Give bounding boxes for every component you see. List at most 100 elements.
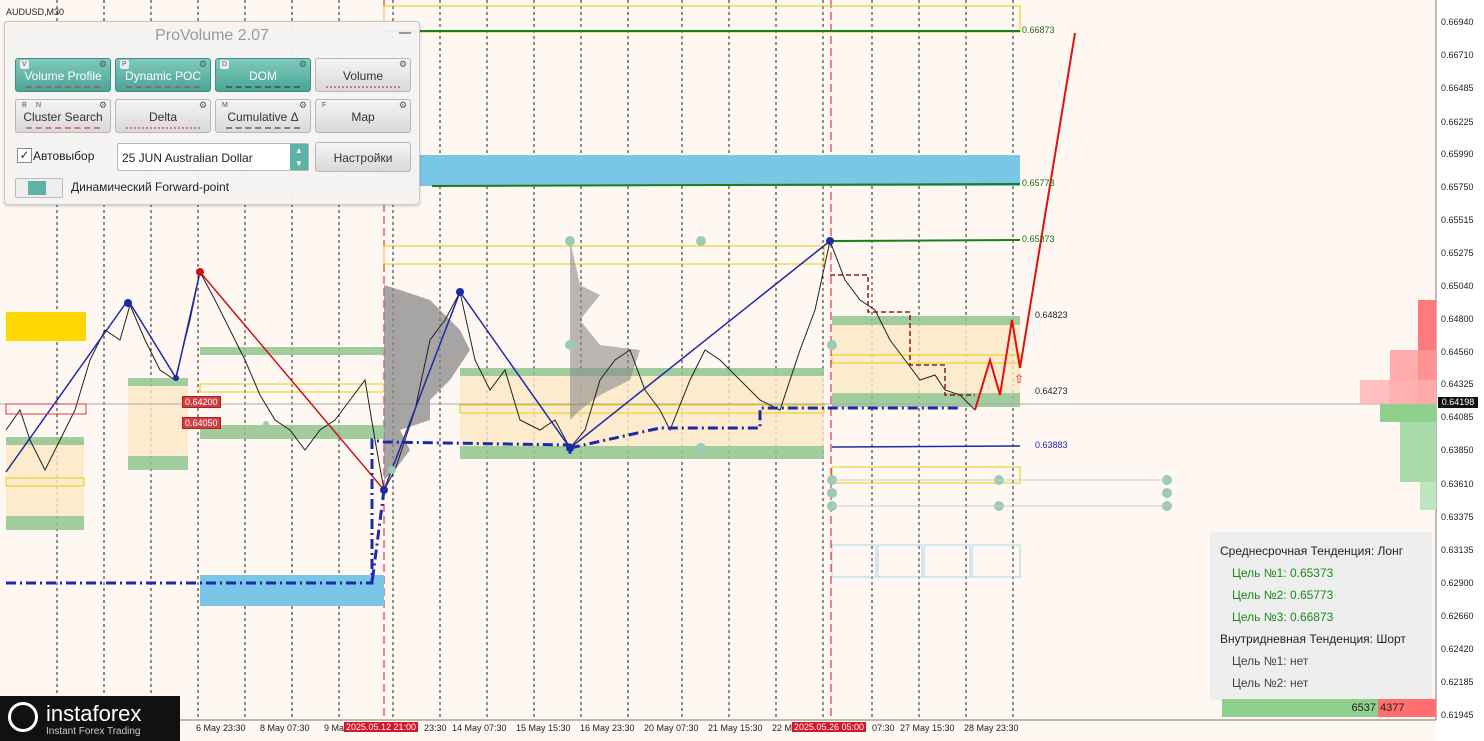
- level-label: 0.65773: [1022, 178, 1055, 188]
- symbol-label: AUDUSD,M30: [6, 7, 65, 17]
- price-axis-label: 0.62185: [1441, 677, 1474, 687]
- button-label: DOM: [249, 69, 277, 83]
- price-axis-label: 0.63375: [1441, 512, 1474, 522]
- gear-icon[interactable]: ⚙: [199, 59, 207, 69]
- hotkey-badge: P: [120, 60, 129, 69]
- chart-window[interactable]: AUDUSD,M30 0.64200 0.64050 0.66873 0.657…: [0, 0, 1484, 741]
- logo-icon: [8, 702, 38, 732]
- gear-icon[interactable]: ⚙: [99, 100, 107, 110]
- button-label: Volume: [342, 69, 384, 83]
- time-axis-label: 22 M: [772, 723, 793, 733]
- forward-point-toggle[interactable]: [15, 178, 63, 198]
- hotkey-badge: B: [20, 101, 29, 110]
- logo-name: instaforex: [46, 701, 142, 726]
- trend-info-box: Среднесрочная Тенденция: Лонг Цель №1: 0…: [1210, 532, 1432, 700]
- price-axis-label: 0.62900: [1441, 578, 1474, 588]
- cluster-search-button[interactable]: B N ⚙ Cluster Search: [15, 99, 111, 133]
- time-axis-label: 07:30: [872, 723, 895, 733]
- mid-trend-title: Среднесрочная Тенденция: Лонг: [1220, 544, 1404, 558]
- price-axis-label: 0.64560: [1441, 347, 1474, 357]
- price-axis-label: 0.64085: [1441, 412, 1474, 422]
- price-tag-upper: 0.64200: [182, 396, 221, 408]
- time-axis-label: 27 May 15:30: [900, 723, 955, 733]
- logo-tagline: Instant Forex Trading: [46, 726, 141, 737]
- time-axis-highlight: 2025.05.26 05:00: [792, 722, 867, 732]
- level-label: 0.65373: [1022, 234, 1055, 244]
- button-label: Настройки: [333, 151, 393, 165]
- level-label: 0.63883: [1035, 440, 1068, 450]
- hotkey-badge: N: [34, 101, 44, 110]
- sell-volume-bar: 4377: [1378, 699, 1436, 717]
- instrument-select[interactable]: 25 JUN Australian Dollar ▲ ▼: [117, 143, 309, 171]
- time-axis-label: 14 May 07:30: [452, 723, 507, 733]
- time-axis-label: 20 May 07:30: [644, 723, 699, 733]
- price-axis-label: 0.64325: [1441, 379, 1474, 389]
- minimize-icon[interactable]: [399, 32, 411, 34]
- price-axis-label: 0.65990: [1441, 149, 1474, 159]
- button-label: Dynamic POC: [124, 69, 201, 83]
- forward-point-label: Динамический Forward-point: [71, 180, 230, 194]
- time-axis-label: 9 Ma: [324, 723, 345, 733]
- autoselect-checkbox[interactable]: ✓: [17, 148, 32, 163]
- time-axis-highlight: 2025.05.12 21:00: [344, 722, 419, 732]
- cumulative-delta-button[interactable]: M ⚙ Cumulative Δ: [215, 99, 311, 133]
- time-axis-label: 15 May 15:30: [516, 723, 571, 733]
- price-axis-label: 0.63135: [1441, 545, 1474, 555]
- delta-button[interactable]: ⚙ Delta: [115, 99, 211, 133]
- gear-icon[interactable]: ⚙: [299, 59, 307, 69]
- level-label: 0.64273: [1035, 386, 1068, 396]
- hotkey-badge: V: [20, 60, 29, 69]
- hotkey-badge: D: [220, 60, 230, 69]
- gear-icon[interactable]: ⚙: [199, 100, 207, 110]
- gear-icon[interactable]: ⚙: [399, 59, 407, 69]
- volume-profile-button[interactable]: V ⚙ Volume Profile: [15, 58, 111, 92]
- mid-target: Цель №3: 0.66873: [1232, 610, 1334, 624]
- gear-icon[interactable]: ⚙: [399, 100, 407, 110]
- time-axis-label: 16 May 23:30: [580, 723, 635, 733]
- map-button[interactable]: F ⚙ Map: [315, 99, 411, 133]
- dom-button[interactable]: D ⚙ DOM: [215, 58, 311, 92]
- buy-volume-bar: 6537: [1222, 699, 1378, 717]
- intra-trend-title: Внутридневная Тенденция: Шорт: [1220, 632, 1406, 646]
- time-axis-label: 23:30: [424, 723, 447, 733]
- button-label: Map: [351, 110, 375, 124]
- price-axis-label: 0.65750: [1441, 182, 1474, 192]
- price-axis-bg: [1436, 0, 1484, 741]
- intra-target: Цель №1: нет: [1232, 654, 1309, 668]
- price-axis-label: 0.66940: [1441, 17, 1474, 27]
- time-axis-label: 21 May 15:30: [708, 723, 763, 733]
- arrow-up-icon: ⇧: [1014, 372, 1025, 386]
- instrument-value: 25 JUN Australian Dollar: [122, 151, 253, 165]
- price-axis-label: 0.66225: [1441, 117, 1474, 127]
- price-axis-label: 0.63850: [1441, 445, 1474, 455]
- price-axis-label: 0.66485: [1441, 83, 1474, 93]
- button-label: Cumulative Δ: [227, 110, 299, 124]
- hotkey-badge: M: [220, 101, 230, 110]
- price-axis-label: 0.61945: [1441, 710, 1474, 720]
- price-axis-label: 0.63610: [1441, 479, 1474, 489]
- mid-target: Цель №2: 0.65773: [1232, 588, 1334, 602]
- gear-icon[interactable]: ⚙: [299, 100, 307, 110]
- button-label: Volume Profile: [24, 69, 102, 83]
- level-label: 0.66873: [1022, 25, 1055, 35]
- hotkey-badge: F: [320, 101, 329, 110]
- instaforex-logo: instaforex Instant Forex Trading: [0, 696, 180, 741]
- price-axis-label: 0.66710: [1441, 50, 1474, 60]
- gear-icon[interactable]: ⚙: [99, 59, 107, 69]
- supply-zone: [6, 312, 86, 341]
- time-axis-label: 28 May 23:30: [964, 723, 1019, 733]
- time-axis-label: 6 May 23:30: [196, 723, 246, 733]
- mid-target: Цель №1: 0.65373: [1232, 566, 1334, 580]
- dynamic-poc-button[interactable]: P ⚙ Dynamic POC: [115, 58, 211, 92]
- price-axis-label: 0.62420: [1441, 644, 1474, 654]
- intra-target: Цель №2: нет: [1232, 676, 1309, 690]
- settings-button[interactable]: Настройки: [315, 142, 411, 172]
- provolume-panel[interactable]: ProVolume 2.07 V ⚙ Volume Profile P ⚙ Dy…: [4, 21, 420, 205]
- button-label: Cluster Search: [23, 110, 103, 124]
- price-tag-lower: 0.64050: [182, 417, 221, 429]
- target-zone: [384, 155, 1020, 186]
- volume-button[interactable]: ⚙ Volume: [315, 58, 411, 92]
- level-label: 0.64823: [1035, 310, 1068, 320]
- spinner-icon[interactable]: ▲ ▼: [290, 144, 308, 170]
- price-axis-label: 0.65275: [1441, 248, 1474, 258]
